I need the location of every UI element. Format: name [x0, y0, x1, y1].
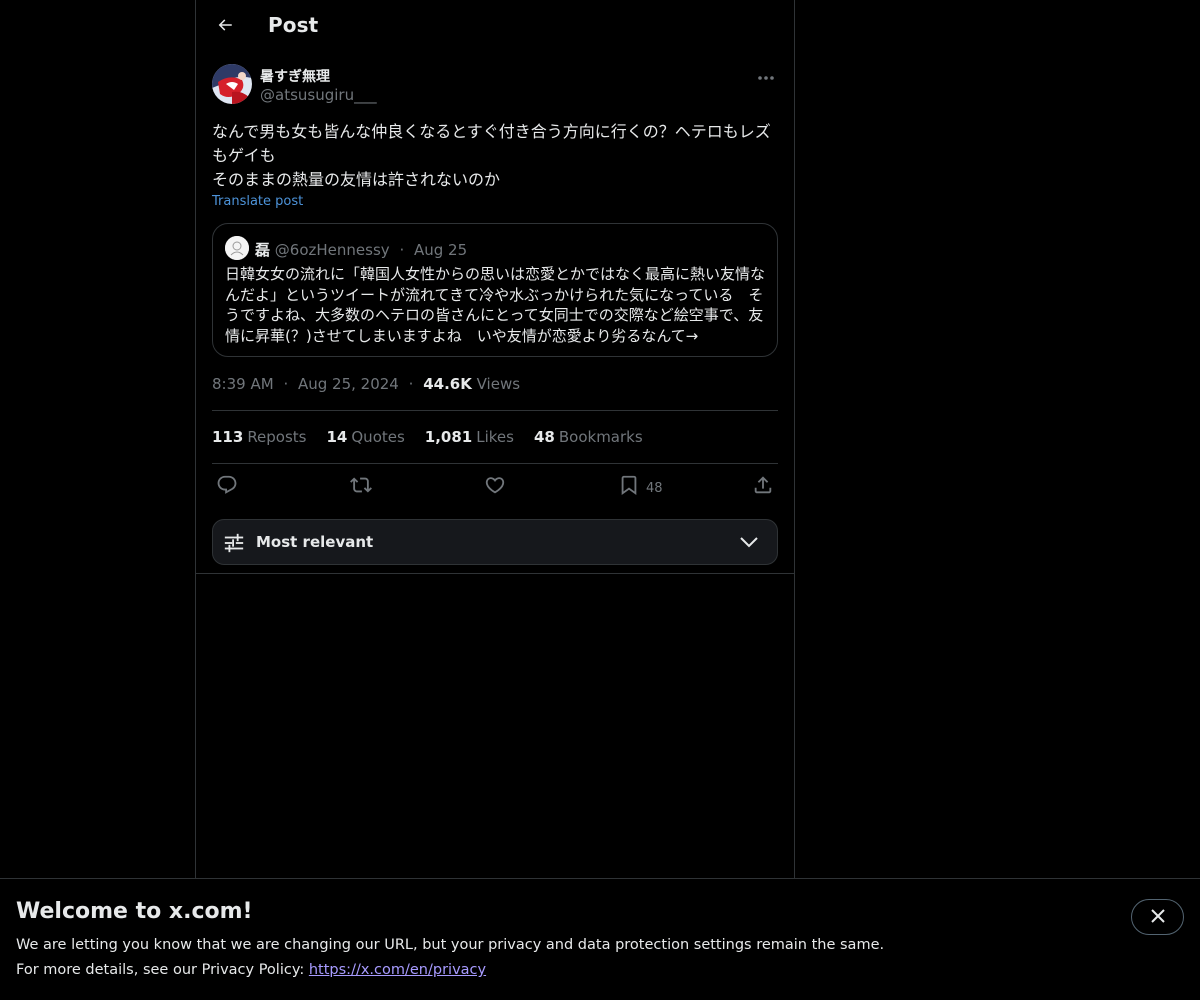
- divider: [196, 573, 794, 574]
- avatar[interactable]: [212, 64, 252, 104]
- bookmarks-label: Bookmarks: [558, 428, 643, 446]
- close-icon: [1150, 908, 1165, 927]
- quotes-label: Quotes: [351, 428, 405, 446]
- arrow-left-icon: [216, 16, 234, 38]
- more-options-button[interactable]: [754, 64, 778, 86]
- banner-title: Welcome to x.com!: [16, 899, 253, 924]
- quote-date: Aug 25: [414, 241, 468, 259]
- views-label: Views: [476, 375, 521, 393]
- bookmarks-stat[interactable]: 48 Bookmarks: [534, 428, 643, 446]
- page-title: Post: [268, 13, 319, 37]
- heart-icon: [484, 474, 506, 500]
- bookmark-count: 48: [646, 481, 663, 496]
- author-handle[interactable]: @atsusugiru___: [260, 86, 377, 104]
- post-timestamp-row: 8:39 AM · Aug 25, 2024 · 44.6K Views: [212, 375, 520, 393]
- repost-icon: [350, 474, 372, 500]
- share-button[interactable]: [752, 474, 774, 500]
- post-date[interactable]: Aug 25, 2024: [298, 375, 399, 393]
- reply-icon: [216, 474, 238, 500]
- banner-message: We are letting you know that we are chan…: [16, 937, 885, 953]
- chevron-down-icon: [739, 534, 759, 554]
- post-time[interactable]: 8:39 AM: [212, 375, 274, 393]
- sliders-icon: [223, 532, 245, 558]
- likes-label: Likes: [476, 428, 514, 446]
- post-stats: 113 Reposts 14 Quotes 1,081 Likes 48 Bookmar…: [212, 428, 643, 446]
- translate-post-link[interactable]: Translate post: [212, 194, 303, 209]
- quotes-stat[interactable]: 14 Quotes: [327, 428, 405, 446]
- views-count: 44.6K: [423, 375, 472, 393]
- post-author: 暑すぎ無理 @atsusugiru___: [212, 64, 778, 108]
- share-icon: [752, 474, 774, 500]
- likes-stat[interactable]: 1,081 Likes: [425, 428, 514, 446]
- banner-privacy-line: For more details, see our Privacy Policy…: [16, 962, 486, 978]
- primary-column: Post 暑すぎ無理 @atsusugiru___ なんで男も女も皆んな仲良くな…: [195, 0, 795, 880]
- quote-display-name: 磊: [255, 241, 271, 259]
- reposts-stat[interactable]: 113 Reposts: [212, 428, 307, 446]
- banner-privacy-text: For more details, see our Privacy Policy…: [16, 962, 309, 978]
- reposts-count: 113: [212, 428, 244, 446]
- close-banner-button[interactable]: [1131, 899, 1184, 935]
- reposts-label: Reposts: [247, 428, 307, 446]
- like-button[interactable]: [484, 474, 506, 500]
- repost-button[interactable]: [350, 474, 372, 500]
- quote-handle: @6ozHennessy: [274, 241, 390, 259]
- more-icon: [757, 66, 775, 85]
- back-button[interactable]: [208, 10, 242, 44]
- bookmark-button[interactable]: 48: [618, 474, 663, 500]
- post-actions: 48: [212, 474, 778, 500]
- sort-label: Most relevant: [256, 533, 374, 551]
- quote-meta: 磊 @6ozHennessy · Aug 25: [255, 239, 467, 260]
- divider: [212, 410, 778, 411]
- divider: [212, 463, 778, 464]
- page-header: Post: [196, 0, 794, 54]
- privacy-policy-link[interactable]: https://x.com/en/privacy: [309, 962, 486, 978]
- quote-avatar: [225, 236, 249, 260]
- url-change-banner: Welcome to x.com! We are letting you kno…: [0, 878, 1200, 1000]
- reply-sort-dropdown[interactable]: Most relevant: [212, 519, 778, 565]
- views-separator: ·: [408, 375, 414, 393]
- author-display-name[interactable]: 暑すぎ無理: [260, 66, 330, 86]
- quoted-post[interactable]: 磊 @6ozHennessy · Aug 25 日韓女女の流れに「韓国人女性から…: [212, 223, 778, 357]
- bookmark-icon: [618, 474, 640, 500]
- bookmarks-count: 48: [533, 428, 555, 446]
- reply-button[interactable]: [216, 474, 238, 500]
- timestamp-separator: ·: [283, 375, 289, 393]
- quotes-count: 14: [326, 428, 348, 446]
- quote-separator: ·: [399, 241, 405, 259]
- quote-text: 日韓女女の流れに「韓国人女性からの思いは恋愛とかではなく最高に熱い友情なんだよ」…: [225, 265, 766, 345]
- post-text: なんで男も女も皆んな仲良くなるとすぐ付き合う方向に行くの？ヘテロもレズもゲイも …: [212, 122, 771, 189]
- likes-count: 1,081: [424, 428, 473, 446]
